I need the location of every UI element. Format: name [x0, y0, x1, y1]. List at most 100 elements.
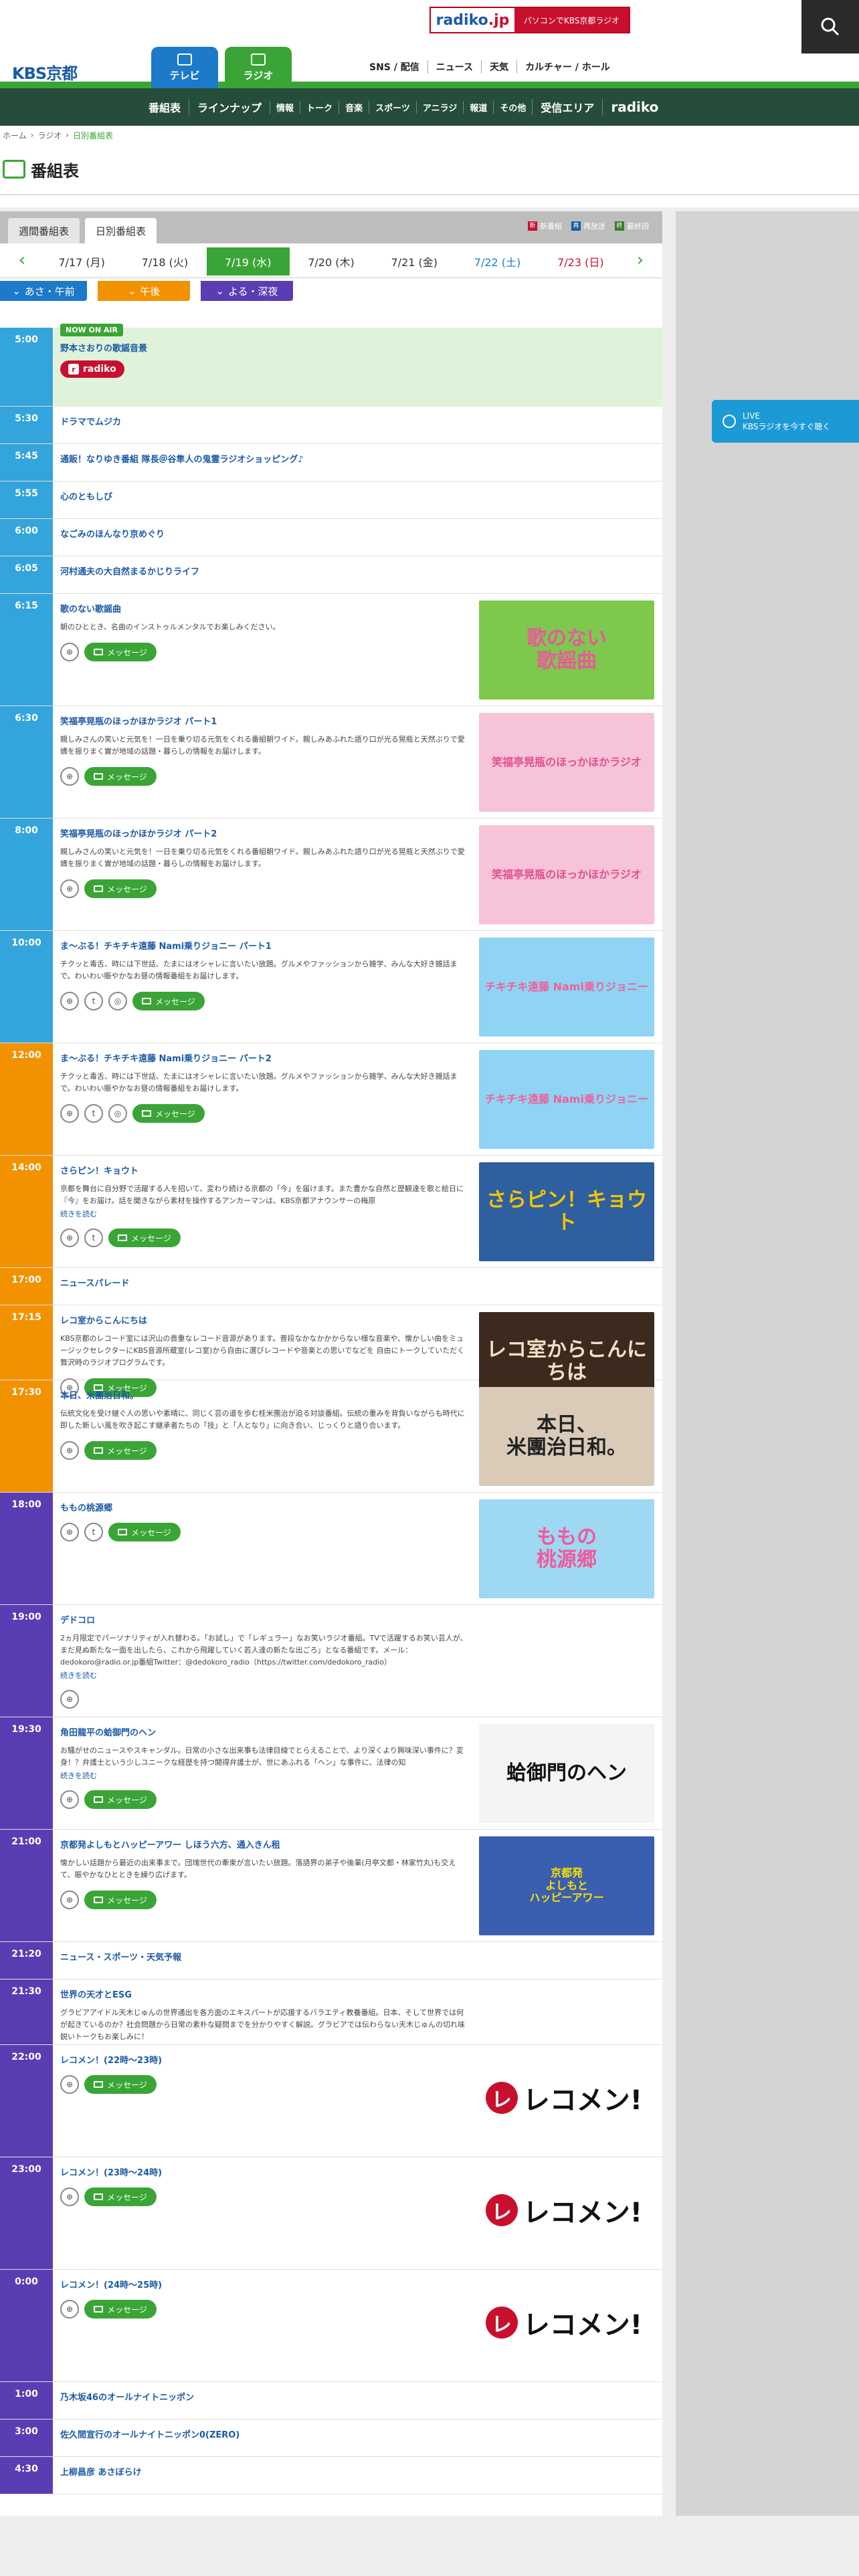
program-thumbnail[interactable]: ももの 桃源郷 [479, 1499, 654, 1598]
gnav-area[interactable]: 受信エリア [532, 99, 602, 115]
program-title[interactable]: なごみのほんなり京めぐり [60, 527, 656, 540]
breadcrumb-current: 日別番組表 [73, 130, 114, 140]
website-icon[interactable]: ⊕ [60, 643, 79, 661]
twitter-icon[interactable]: t [84, 1228, 103, 1247]
website-icon[interactable]: ⊕ [60, 879, 79, 898]
gnav-talk[interactable]: トーク [300, 100, 339, 114]
program-title[interactable]: 佐久間宣行のオールナイトニッポン0(ZERO) [60, 2428, 656, 2440]
message-button[interactable]: メッセージ [84, 1891, 157, 1909]
website-icon[interactable]: ⊕ [60, 2187, 79, 2206]
message-button[interactable]: メッセージ [84, 879, 157, 898]
program-title[interactable]: レコメン！(24時〜25時) [60, 2278, 656, 2290]
message-button[interactable]: メッセージ [84, 2300, 157, 2319]
website-icon[interactable]: ⊕ [60, 2075, 79, 2094]
date-tab[interactable]: 7/17 (月) [40, 247, 123, 276]
twitter-icon[interactable]: t [84, 1104, 103, 1123]
gnav-report[interactable]: 報道 [463, 100, 493, 114]
message-button[interactable]: メッセージ [84, 2075, 157, 2094]
breadcrumb-home[interactable]: ホーム [3, 130, 27, 141]
message-button[interactable]: メッセージ [132, 1104, 205, 1123]
gnav-other[interactable]: その他 [493, 100, 532, 114]
program-title[interactable]: 乃木坂46のオールナイトニッポン [60, 2390, 656, 2403]
website-icon[interactable]: ⊕ [60, 767, 79, 786]
date-tab[interactable]: 7/22 (土) [456, 247, 539, 276]
tab-radio[interactable]: ラジオ [225, 47, 292, 88]
gnav-music[interactable]: 音楽 [339, 100, 369, 114]
program-title[interactable]: ニュース・スポーツ・天気予報 [60, 1950, 656, 1963]
program-thumbnail[interactable]: 京都発 よしもと ハッピーアワー [479, 1836, 654, 1935]
instagram-icon[interactable]: ◎ [108, 992, 127, 1010]
util-nav-culture[interactable]: カルチャー / ホール [516, 60, 618, 74]
util-nav-weather[interactable]: 天気 [481, 60, 516, 74]
gnav-info[interactable]: 情報 [270, 100, 300, 114]
date-tab[interactable]: 7/23 (日) [539, 247, 622, 276]
program-title[interactable]: レコメン！(22時〜23時) [60, 2053, 656, 2066]
twitter-icon[interactable]: t [84, 1523, 103, 1541]
message-button[interactable]: メッセージ [84, 767, 157, 786]
breadcrumb-radio[interactable]: ラジオ [37, 130, 62, 141]
website-icon[interactable]: ⊕ [60, 1790, 79, 1809]
program-thumbnail[interactable]: 笑福亭晃瓶のほっかほかラジオ [479, 713, 654, 812]
website-icon[interactable]: ⊕ [60, 2300, 79, 2319]
program-thumbnail[interactable]: さらピン！キョウト [479, 1162, 654, 1261]
read-more-link[interactable]: 続きを読む [60, 1670, 656, 1681]
date-tab[interactable]: 7/19 (水) [206, 247, 290, 276]
program-thumbnail[interactable]: 蛤御門のヘン [479, 1724, 654, 1823]
message-button[interactable]: メッセージ [132, 992, 205, 1010]
program-title[interactable]: 世界の天才とESG [60, 1988, 656, 2000]
website-icon[interactable]: ⊕ [60, 992, 79, 1010]
program-content: 通販！なりゆき番組 隊長＠谷隼人の鬼霊ラジオショッピング♪ [54, 444, 662, 481]
program-thumbnail[interactable]: 笑福亭晃瓶のほっかほかラジオ [479, 825, 654, 924]
util-nav-sns[interactable]: SNS / 配信 [361, 60, 427, 74]
tab-daily[interactable]: 日別番組表 [85, 218, 157, 243]
gnav-lineup[interactable]: ラインナップ [189, 99, 270, 115]
program-title[interactable]: 通販！なりゆき番組 隊長＠谷隼人の鬼霊ラジオショッピング♪ [60, 452, 656, 465]
program-thumbnail[interactable]: 本日、 米團治日和。 [479, 1387, 654, 1486]
message-button[interactable]: メッセージ [84, 2187, 157, 2206]
website-icon[interactable]: ⊕ [60, 1690, 79, 1709]
website-icon[interactable]: ⊕ [60, 1523, 79, 1541]
website-icon[interactable]: ⊕ [60, 1104, 79, 1123]
message-button[interactable]: メッセージ [108, 1523, 181, 1541]
website-icon[interactable]: ⊕ [60, 1891, 79, 1909]
program-title[interactable]: 上柳昌彦 あさぼらけ [60, 2465, 656, 2478]
period-morning[interactable]: ⌄ あさ・午前 [0, 281, 87, 301]
twitter-icon[interactable]: t [84, 992, 103, 1010]
date-tab[interactable]: 7/21 (金) [373, 247, 456, 276]
site-logo[interactable]: KBS京都 [12, 60, 78, 84]
website-icon[interactable]: ⊕ [60, 1441, 79, 1460]
message-button[interactable]: メッセージ [108, 1228, 181, 1247]
gnav-sports[interactable]: スポーツ [369, 100, 416, 114]
tab-tv[interactable]: テレビ [151, 47, 218, 88]
program-thumbnail[interactable]: 歌のない 歌謡曲 [479, 601, 654, 700]
program-content: レコメン！(22時〜23時) ⊕ メッセージ レレコメン! [54, 2045, 662, 2157]
gnav-radiko[interactable]: radiko [602, 99, 666, 115]
next-day-arrow[interactable]: › [632, 251, 649, 269]
radiko-banner[interactable]: radiko .jp パソコンでKBS京都ラジオ [430, 7, 630, 33]
program-thumbnail[interactable]: チキチキ遠藤 Nami乗りジョニー [479, 938, 654, 1037]
program-title[interactable]: デドコロ [60, 1613, 656, 1626]
prev-day-arrow[interactable]: ‹ [13, 251, 31, 269]
message-button[interactable]: メッセージ [84, 1441, 157, 1460]
message-button[interactable]: メッセージ [84, 1790, 157, 1809]
program-title[interactable]: ドラマでムジカ [60, 415, 656, 427]
program-title[interactable]: レコメン！(23時〜24時) [60, 2165, 656, 2178]
program-title[interactable]: 野本さおりの歌謡音景 [60, 341, 656, 354]
program-title[interactable]: ニュースパレード [60, 1276, 656, 1289]
gnav-anime[interactable]: アニラジ [415, 100, 463, 114]
radiko-listen-button[interactable]: r radiko [60, 360, 124, 378]
period-night[interactable]: ⌄ よる・深夜 [201, 281, 293, 301]
program-title[interactable]: 河村通夫の大自然まるかじりライフ [60, 564, 656, 577]
util-nav-news[interactable]: ニュース [427, 60, 481, 74]
message-button[interactable]: メッセージ [84, 643, 157, 661]
website-icon[interactable]: ⊕ [60, 1228, 79, 1247]
gnav-schedule[interactable]: 番組表 [140, 99, 189, 115]
instagram-icon[interactable]: ◎ [108, 1104, 127, 1123]
period-afternoon[interactable]: ⌄ 午後 [98, 281, 190, 301]
tab-weekly[interactable]: 週間番組表 [8, 218, 80, 243]
date-tab[interactable]: 7/20 (木) [290, 247, 373, 276]
date-tab[interactable]: 7/18 (火) [123, 247, 206, 276]
program-thumbnail[interactable]: チキチキ遠藤 Nami乗りジョニー [479, 1050, 654, 1149]
program-title[interactable]: 心のともしび [60, 490, 656, 502]
live-button[interactable]: LIVE KBSラジオを今すぐ聴く [712, 400, 859, 443]
